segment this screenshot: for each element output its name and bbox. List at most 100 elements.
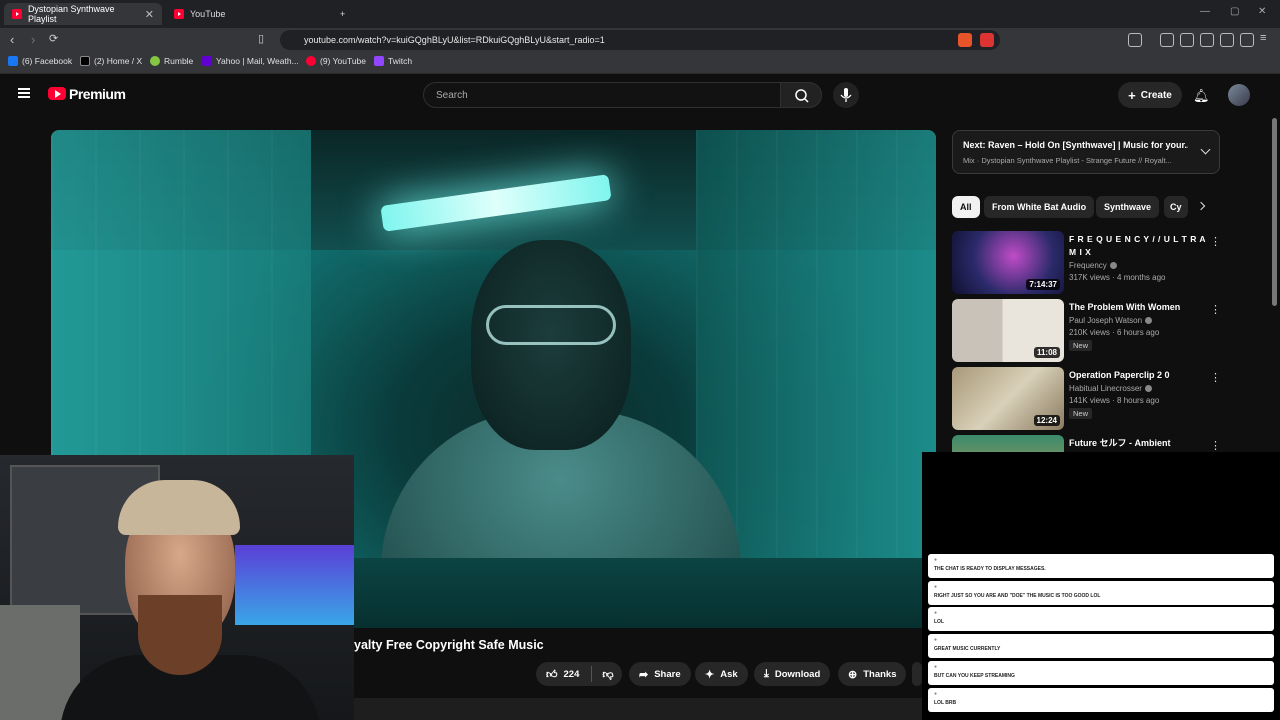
next-up-panel[interactable]: Next: Raven – Hold On [Synthwave] | Musi… <box>952 130 1220 174</box>
recommendation-title[interactable]: Operation Paperclip 2 0 <box>1069 369 1209 382</box>
more-options-icon[interactable]: ⋮ <box>1210 371 1221 384</box>
page-scrollbar[interactable] <box>1272 118 1277 306</box>
youtube-logo-icon[interactable] <box>48 87 66 100</box>
bookmark-twitch[interactable]: Twitch <box>374 56 412 66</box>
new-tab-icon: + <box>340 9 346 19</box>
new-badge: New <box>1069 408 1093 419</box>
recommendation-item[interactable]: Future セルフ - Ambient ⋮ <box>952 435 1222 452</box>
back-icon[interactable]: ‹ <box>10 32 14 47</box>
vpn-icon[interactable] <box>1220 33 1234 47</box>
x-icon <box>80 56 90 66</box>
chat-user-icon: ● <box>934 691 938 697</box>
browser-tab-active[interactable]: Dystopian Synthwave Playlist ✕ <box>4 3 162 25</box>
webcam-background-monitor <box>235 545 354 625</box>
bookmark-x[interactable]: (2) Home / X <box>80 56 142 66</box>
next-up-subtitle: Mix · Dystopian Synthwave Playlist - Str… <box>963 156 1172 165</box>
tab-label: YouTube <box>190 9 226 19</box>
brave-shield-icon[interactable] <box>958 33 972 47</box>
webcam-overlay <box>0 455 354 720</box>
recommendation-item[interactable]: 11:08 The Problem With Women Paul Joseph… <box>952 299 1222 363</box>
more-options-icon[interactable]: ⋮ <box>1210 235 1221 248</box>
reload-icon[interactable]: ⟳ <box>49 32 58 45</box>
shield-icon[interactable] <box>1240 33 1254 47</box>
bookmark-facebook[interactable]: (6) Facebook <box>8 56 72 66</box>
sidebar-icon[interactable] <box>1180 33 1194 47</box>
video-duration: 11:08 <box>1033 347 1060 358</box>
new-tab-button[interactable]: + <box>332 3 353 25</box>
close-tab-icon[interactable]: ✕ <box>145 8 154 21</box>
recommendation-title[interactable]: Future セルフ - Ambient <box>1069 437 1209 450</box>
chip-from-white-bat-audio[interactable]: From White Bat Audio <box>984 196 1095 218</box>
create-button[interactable]: + Create <box>1118 82 1182 108</box>
video-duration: 12:24 <box>1033 415 1060 426</box>
chip-synthwave[interactable]: Synthwave <box>1096 196 1160 218</box>
video-thumbnail[interactable] <box>952 435 1064 452</box>
extension-icon[interactable] <box>980 33 994 47</box>
reader-icon[interactable] <box>1128 33 1142 47</box>
search-icon <box>795 89 809 103</box>
tab-label: Dystopian Synthwave Playlist <box>27 4 115 24</box>
chevron-right-icon[interactable] <box>1196 201 1206 211</box>
like-icon[interactable]: 👍︎ <box>546 668 558 681</box>
video-thumbnail[interactable]: 11:08 <box>952 299 1064 362</box>
download-button[interactable]: ⤓ Download <box>754 662 831 686</box>
chat-message: ● LOL BRB <box>928 688 1274 712</box>
account-avatar[interactable] <box>1228 84 1250 106</box>
browser-menu-icon[interactable]: ≡ <box>1260 32 1266 44</box>
browser-tab[interactable]: YouTube <box>166 3 326 25</box>
restore-icon[interactable]: ▢ <box>1230 6 1239 17</box>
chevron-down-icon[interactable] <box>1200 144 1211 155</box>
chat-message: ● BUT CAN YOU KEEP STREAMING <box>928 661 1274 685</box>
url-field[interactable]: youtube.com/watch?v=kuiGQghBLyU&list=RDk… <box>280 30 1000 50</box>
bookmark-yahoo[interactable]: Yahoo | Mail, Weath... <box>202 56 299 66</box>
webcam-streamer-cap <box>118 480 240 535</box>
facebook-icon <box>8 56 18 66</box>
recommendation-item[interactable]: 12:24 Operation Paperclip 2 0 Habitual L… <box>952 367 1222 431</box>
channel-name[interactable]: Frequency <box>1069 261 1117 270</box>
bookmark-rumble[interactable]: Rumble <box>150 56 193 66</box>
more-options-icon[interactable]: ⋮ <box>1210 439 1221 452</box>
voice-search-button[interactable] <box>833 82 859 108</box>
thanks-button[interactable]: ⊕ Thanks <box>838 662 907 686</box>
chip-cyberpunk[interactable]: Cy <box>1164 196 1188 218</box>
recommendation-item[interactable]: 7:14:37 F R E Q U E N C Y / / U L T R A … <box>952 231 1222 295</box>
next-up-title[interactable]: Next: Raven – Hold On [Synthwave] | Musi… <box>963 140 1188 150</box>
rumble-icon <box>150 56 160 66</box>
browser-address-bar: ‹ › ⟳ ▯ youtube.com/watch?v=kuiGQghBLyU&… <box>0 28 1280 52</box>
media-icon[interactable] <box>1160 33 1174 47</box>
dislike-icon[interactable]: 👎︎ <box>602 668 613 681</box>
like-count[interactable]: 224 <box>564 669 580 680</box>
bookmarks-bar: (6) Facebook (2) Home / X Rumble Yahoo |… <box>0 52 1280 74</box>
search-input[interactable]: Search <box>423 82 781 108</box>
chat-user-icon: ● <box>934 664 938 670</box>
share-button[interactable]: ➦ Share <box>629 662 691 686</box>
channel-name[interactable]: Paul Joseph Watson <box>1069 316 1153 325</box>
chat-message: ● THE CHAT IS READY TO DISPLAY MESSAGES. <box>928 554 1274 578</box>
video-thumbnail[interactable]: 7:14:37 <box>952 231 1064 294</box>
video-thumbnail[interactable]: 12:24 <box>952 367 1064 430</box>
search-button[interactable] <box>780 82 822 108</box>
channel-name[interactable]: Habitual Linecrosser <box>1069 384 1152 393</box>
youtube-favicon-icon <box>174 9 184 19</box>
notifications-bell-icon[interactable]: 🔔︎ <box>1193 88 1210 104</box>
hamburger-menu-icon[interactable] <box>18 88 30 98</box>
share-icon: ➦ <box>639 668 649 681</box>
youtube-icon <box>306 56 316 66</box>
url-text: youtube.com/watch?v=kuiGQghBLyU&list=RDk… <box>304 35 605 45</box>
chip-all[interactable]: All <box>952 196 980 218</box>
more-actions-button[interactable] <box>912 662 922 686</box>
video-meta: 317K views · 4 months ago <box>1069 273 1166 282</box>
ask-button[interactable]: ✦ Ask <box>695 662 748 686</box>
premium-brand[interactable]: Premium <box>69 86 126 102</box>
minimize-icon[interactable]: — <box>1200 6 1210 17</box>
bookmark-icon[interactable]: ▯ <box>258 32 264 45</box>
close-window-icon[interactable]: ✕ <box>1258 6 1266 17</box>
bookmark-youtube[interactable]: (9) YouTube <box>306 56 366 66</box>
thanks-icon: ⊕ <box>848 668 858 681</box>
forward-icon[interactable]: › <box>31 32 35 47</box>
new-badge: New <box>1069 340 1093 351</box>
recommendation-title[interactable]: The Problem With Women <box>1069 301 1209 314</box>
recommendation-title[interactable]: F R E Q U E N C Y / / U L T R A M I X <box>1069 233 1209 259</box>
more-options-icon[interactable]: ⋮ <box>1210 303 1221 316</box>
wallet-icon[interactable] <box>1200 33 1214 47</box>
